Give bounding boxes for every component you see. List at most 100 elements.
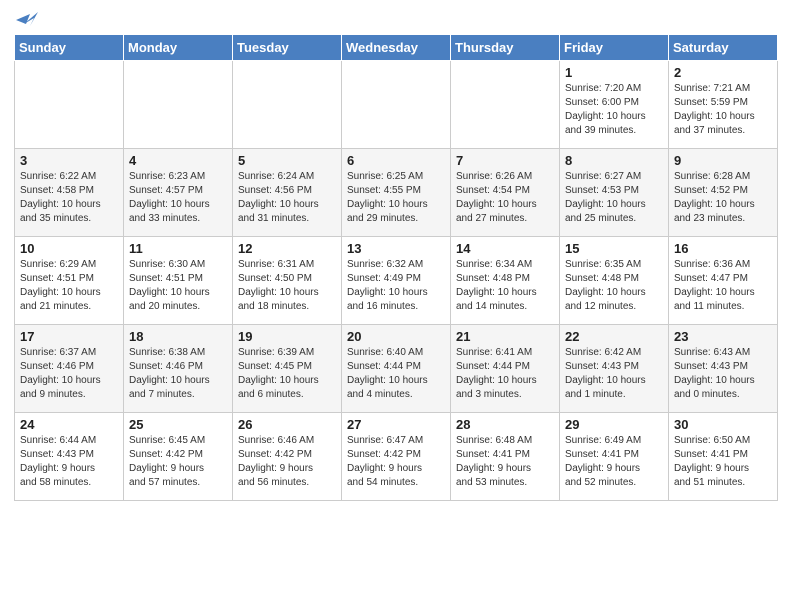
day-info: Sunrise: 6:50 AM Sunset: 4:41 PM Dayligh… — [674, 434, 772, 490]
day-number: 5 — [238, 153, 336, 168]
day-info: Sunrise: 6:45 AM Sunset: 4:42 PM Dayligh… — [129, 434, 227, 490]
calendar-cell: 4 Sunrise: 6:23 AM Sunset: 4:57 PM Daylig… — [124, 149, 233, 237]
day-info: Sunrise: 6:34 AM Sunset: 4:48 PM Dayligh… — [456, 258, 554, 314]
day-info: Sunrise: 6:39 AM Sunset: 4:45 PM Dayligh… — [238, 346, 336, 402]
logo — [14, 10, 38, 28]
weekday-header-friday: Friday — [560, 35, 669, 61]
calendar-week-row: 1 Sunrise: 7:20 AM Sunset: 6:00 PM Daylig… — [15, 61, 778, 149]
calendar-week-row: 17 Sunrise: 6:37 AM Sunset: 4:46 PM Dayli… — [15, 325, 778, 413]
day-number: 6 — [347, 153, 445, 168]
day-info: Sunrise: 7:20 AM Sunset: 6:00 PM Dayligh… — [565, 82, 663, 138]
page: SundayMondayTuesdayWednesdayThursdayFrid… — [0, 0, 792, 612]
day-info: Sunrise: 6:25 AM Sunset: 4:55 PM Dayligh… — [347, 170, 445, 226]
day-number: 16 — [674, 241, 772, 256]
day-number: 28 — [456, 417, 554, 432]
calendar-cell: 23 Sunrise: 6:43 AM Sunset: 4:43 PM Dayli… — [669, 325, 778, 413]
day-number: 9 — [674, 153, 772, 168]
calendar-cell — [15, 61, 124, 149]
day-info: Sunrise: 6:29 AM Sunset: 4:51 PM Dayligh… — [20, 258, 118, 314]
calendar-cell: 24Sunrise: 6:44 AM Sunset: 4:43 PM Dayli… — [15, 413, 124, 501]
calendar-cell: 22Sunrise: 6:42 AM Sunset: 4:43 PM Dayli… — [560, 325, 669, 413]
day-info: Sunrise: 6:49 AM Sunset: 4:41 PM Dayligh… — [565, 434, 663, 490]
calendar-cell: 28 Sunrise: 6:48 AM Sunset: 4:41 PM Dayli… — [451, 413, 560, 501]
day-info: Sunrise: 6:48 AM Sunset: 4:41 PM Dayligh… — [456, 434, 554, 490]
day-number: 7 — [456, 153, 554, 168]
calendar-cell — [233, 61, 342, 149]
day-number: 19 — [238, 329, 336, 344]
day-info: Sunrise: 6:40 AM Sunset: 4:44 PM Dayligh… — [347, 346, 445, 402]
day-number: 17 — [20, 329, 118, 344]
day-info: Sunrise: 6:47 AM Sunset: 4:42 PM Dayligh… — [347, 434, 445, 490]
day-info: Sunrise: 6:23 AM Sunset: 4:57 PM Dayligh… — [129, 170, 227, 226]
weekday-header-thursday: Thursday — [451, 35, 560, 61]
calendar-cell: 1 Sunrise: 7:20 AM Sunset: 6:00 PM Daylig… — [560, 61, 669, 149]
calendar-cell: 6 Sunrise: 6:25 AM Sunset: 4:55 PM Daylig… — [342, 149, 451, 237]
day-number: 14 — [456, 241, 554, 256]
calendar-cell: 8Sunrise: 6:27 AM Sunset: 4:53 PM Daylig… — [560, 149, 669, 237]
weekday-header-sunday: Sunday — [15, 35, 124, 61]
day-info: Sunrise: 6:31 AM Sunset: 4:50 PM Dayligh… — [238, 258, 336, 314]
calendar-cell: 18 Sunrise: 6:38 AM Sunset: 4:46 PM Dayli… — [124, 325, 233, 413]
day-info: Sunrise: 6:27 AM Sunset: 4:53 PM Dayligh… — [565, 170, 663, 226]
calendar-cell: 12 Sunrise: 6:31 AM Sunset: 4:50 PM Dayli… — [233, 237, 342, 325]
day-number: 22 — [565, 329, 663, 344]
day-number: 10 — [20, 241, 118, 256]
calendar-cell: 30 Sunrise: 6:50 AM Sunset: 4:41 PM Dayli… — [669, 413, 778, 501]
weekday-header-wednesday: Wednesday — [342, 35, 451, 61]
day-number: 3 — [20, 153, 118, 168]
calendar-week-row: 3 Sunrise: 6:22 AM Sunset: 4:58 PM Daylig… — [15, 149, 778, 237]
day-number: 18 — [129, 329, 227, 344]
weekday-header-monday: Monday — [124, 35, 233, 61]
day-number: 27 — [347, 417, 445, 432]
day-info: Sunrise: 6:37 AM Sunset: 4:46 PM Dayligh… — [20, 346, 118, 402]
day-number: 15 — [565, 241, 663, 256]
day-info: Sunrise: 6:32 AM Sunset: 4:49 PM Dayligh… — [347, 258, 445, 314]
header — [14, 10, 778, 28]
calendar-cell: 11Sunrise: 6:30 AM Sunset: 4:51 PM Dayli… — [124, 237, 233, 325]
day-info: Sunrise: 6:43 AM Sunset: 4:43 PM Dayligh… — [674, 346, 772, 402]
calendar-cell: 9Sunrise: 6:28 AM Sunset: 4:52 PM Daylig… — [669, 149, 778, 237]
day-info: Sunrise: 7:21 AM Sunset: 5:59 PM Dayligh… — [674, 82, 772, 138]
day-info: Sunrise: 6:36 AM Sunset: 4:47 PM Dayligh… — [674, 258, 772, 314]
calendar-cell — [451, 61, 560, 149]
day-number: 13 — [347, 241, 445, 256]
calendar-cell: 3 Sunrise: 6:22 AM Sunset: 4:58 PM Daylig… — [15, 149, 124, 237]
day-number: 30 — [674, 417, 772, 432]
calendar-cell: 19 Sunrise: 6:39 AM Sunset: 4:45 PM Dayli… — [233, 325, 342, 413]
day-info: Sunrise: 6:38 AM Sunset: 4:46 PM Dayligh… — [129, 346, 227, 402]
day-number: 20 — [347, 329, 445, 344]
calendar-cell: 17 Sunrise: 6:37 AM Sunset: 4:46 PM Dayli… — [15, 325, 124, 413]
weekday-header-tuesday: Tuesday — [233, 35, 342, 61]
day-number: 21 — [456, 329, 554, 344]
calendar-cell — [342, 61, 451, 149]
day-number: 23 — [674, 329, 772, 344]
calendar-week-row: 10 Sunrise: 6:29 AM Sunset: 4:51 PM Dayli… — [15, 237, 778, 325]
calendar-cell: 16 Sunrise: 6:36 AM Sunset: 4:47 PM Dayli… — [669, 237, 778, 325]
calendar-cell: 13 Sunrise: 6:32 AM Sunset: 4:49 PM Dayli… — [342, 237, 451, 325]
calendar-cell: 21Sunrise: 6:41 AM Sunset: 4:44 PM Dayli… — [451, 325, 560, 413]
day-info: Sunrise: 6:24 AM Sunset: 4:56 PM Dayligh… — [238, 170, 336, 226]
calendar-cell: 29 Sunrise: 6:49 AM Sunset: 4:41 PM Dayli… — [560, 413, 669, 501]
calendar-cell: 10 Sunrise: 6:29 AM Sunset: 4:51 PM Dayli… — [15, 237, 124, 325]
weekday-header-saturday: Saturday — [669, 35, 778, 61]
day-number: 4 — [129, 153, 227, 168]
calendar-table: SundayMondayTuesdayWednesdayThursdayFrid… — [14, 34, 778, 501]
calendar-cell: 14 Sunrise: 6:34 AM Sunset: 4:48 PM Dayli… — [451, 237, 560, 325]
calendar-cell: 2Sunrise: 7:21 AM Sunset: 5:59 PM Daylig… — [669, 61, 778, 149]
day-info: Sunrise: 6:35 AM Sunset: 4:48 PM Dayligh… — [565, 258, 663, 314]
calendar-cell: 26Sunrise: 6:46 AM Sunset: 4:42 PM Dayli… — [233, 413, 342, 501]
day-info: Sunrise: 6:22 AM Sunset: 4:58 PM Dayligh… — [20, 170, 118, 226]
calendar-cell: 5 Sunrise: 6:24 AM Sunset: 4:56 PM Daylig… — [233, 149, 342, 237]
calendar-cell: 20 Sunrise: 6:40 AM Sunset: 4:44 PM Dayli… — [342, 325, 451, 413]
calendar-cell: 27 Sunrise: 6:47 AM Sunset: 4:42 PM Dayli… — [342, 413, 451, 501]
day-number: 12 — [238, 241, 336, 256]
day-info: Sunrise: 6:30 AM Sunset: 4:51 PM Dayligh… — [129, 258, 227, 314]
day-info: Sunrise: 6:26 AM Sunset: 4:54 PM Dayligh… — [456, 170, 554, 226]
day-number: 29 — [565, 417, 663, 432]
calendar-cell: 15 Sunrise: 6:35 AM Sunset: 4:48 PM Dayli… — [560, 237, 669, 325]
logo-bird-icon — [16, 10, 38, 28]
day-number: 1 — [565, 65, 663, 80]
calendar-cell: 7 Sunrise: 6:26 AM Sunset: 4:54 PM Daylig… — [451, 149, 560, 237]
calendar-cell: 25Sunrise: 6:45 AM Sunset: 4:42 PM Dayli… — [124, 413, 233, 501]
day-number: 26 — [238, 417, 336, 432]
